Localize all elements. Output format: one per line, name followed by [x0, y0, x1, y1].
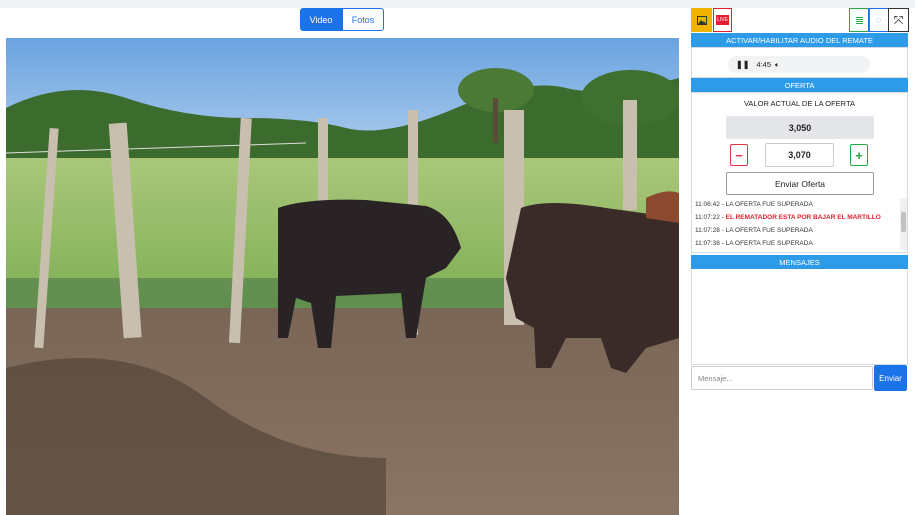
log-entry: 11:07:38 - LA OFERTA FUE SUPERADA: [695, 240, 813, 247]
auction-panel: LIVE ≣ ◌ ⤧ ACTIVAR/HABILITAR AUDIO DEL R…: [691, 6, 909, 515]
send-offer-button[interactable]: Enviar Oferta: [726, 172, 874, 195]
audio-time: 4:45: [756, 60, 772, 69]
send-message-button[interactable]: Enviar: [874, 365, 907, 391]
tab-photos[interactable]: Fotos: [342, 8, 384, 31]
audio-header: ACTIVAR/HABILITAR AUDIO DEL REMATE: [691, 33, 908, 47]
log-scrollbar[interactable]: [900, 198, 907, 250]
current-offer-value: 3,050: [726, 116, 874, 139]
audio-player[interactable]: ❚❚ 4:45 🔈︎: [728, 56, 870, 73]
message-input[interactable]: Mensaje...: [691, 366, 873, 390]
list-icon[interactable]: ≣: [849, 8, 870, 32]
video-player[interactable]: [6, 38, 679, 515]
log-entry: 11:07:28 - LA OFERTA FUE SUPERADA: [695, 227, 813, 234]
tab-video[interactable]: Video: [300, 8, 342, 31]
media-tabs: Video Fotos: [300, 8, 384, 31]
log-entry: 11:06:42 - LA OFERTA FUE SUPERADA: [695, 201, 813, 208]
messages-header: MENSAJES: [691, 255, 908, 269]
log-entry: 11:07:22 - EL REMATADOR ESTA POR BAJAR E…: [695, 214, 881, 221]
expand-icon[interactable]: ⤧: [888, 8, 909, 32]
offer-header: OFERTA: [691, 78, 908, 92]
image-icon[interactable]: [691, 8, 712, 32]
pause-icon[interactable]: ❚❚: [736, 60, 749, 69]
bid-input[interactable]: 3,070: [765, 143, 834, 167]
messages-area: [691, 270, 908, 365]
increase-bid-button[interactable]: +: [850, 144, 868, 166]
video-frame: [6, 38, 679, 515]
decrease-bid-button[interactable]: −: [730, 144, 748, 166]
offer-log: 11:06:42 - LA OFERTA FUE SUPERADA 11:07:…: [695, 198, 903, 250]
volume-icon[interactable]: 🔈︎: [775, 60, 780, 70]
chat-icon[interactable]: ◌: [868, 8, 889, 32]
current-offer-label: VALOR ACTUAL DE LA OFERTA: [743, 99, 855, 108]
live-icon[interactable]: LIVE: [713, 8, 732, 32]
